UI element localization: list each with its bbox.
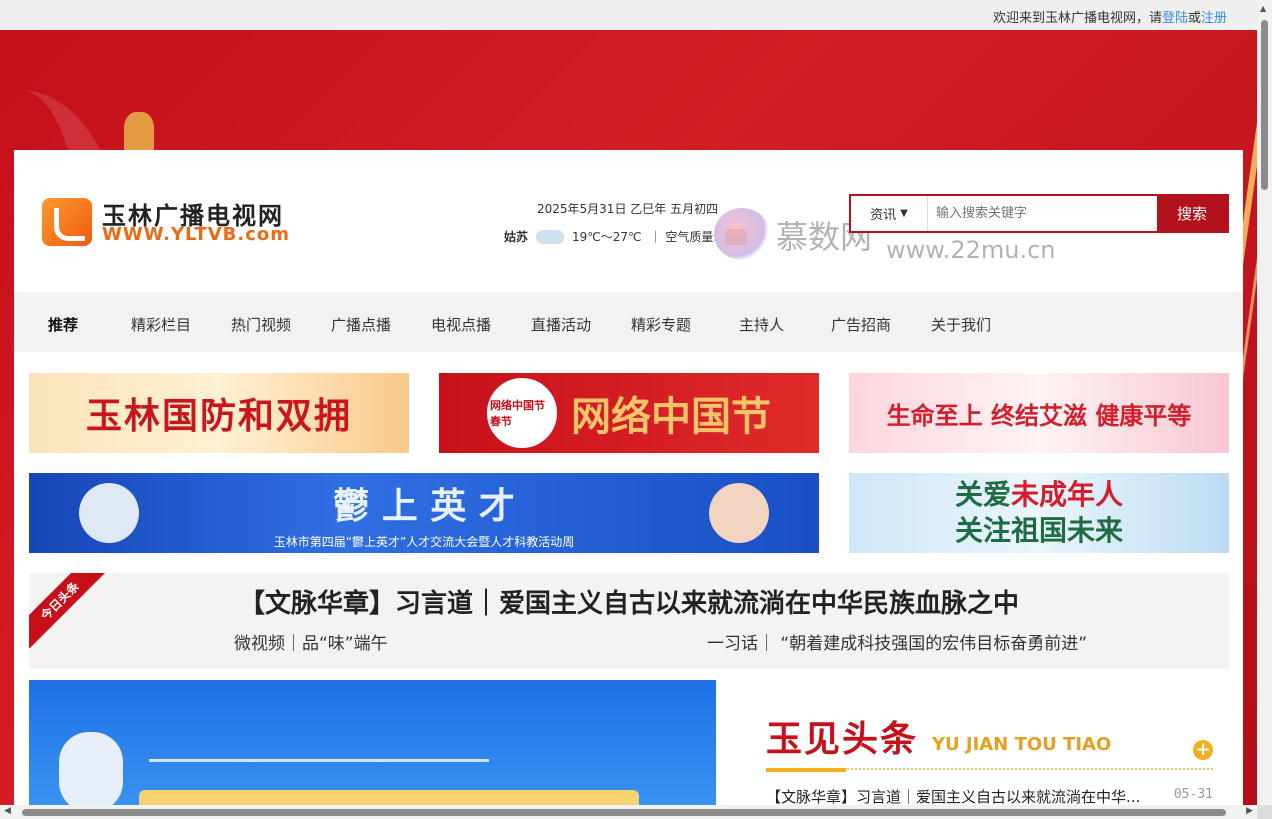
search-input[interactable] <box>928 196 1157 231</box>
weather-widget: 姑苏 19℃～27℃ ｜ 空气质量: <box>504 228 748 245</box>
banner-talent-title: 鬱 上 英 才 <box>333 485 515 527</box>
nav-item-hot-videos[interactable]: 热门视频 <box>231 314 291 335</box>
main-nav: 推荐 精彩栏目 热门视频 广播点播 电视点播 直播活动 精彩专题 主持人 广告招… <box>14 292 1243 352</box>
torch-decoration <box>124 112 154 152</box>
nav-item-programs[interactable]: 精彩栏目 <box>131 314 191 335</box>
nav-item-about[interactable]: 关于我们 <box>931 314 991 335</box>
yujian-headlines: 玉见头条 YU JIAN TOU TIAO + 【文脉华章】习言道｜爱国主义自古… <box>766 710 1213 808</box>
welcome-or: 或 <box>1187 11 1201 26</box>
banner-defense[interactable]: 玉林国防和双拥 <box>29 373 409 453</box>
person-illustration <box>709 483 769 543</box>
banner-aids[interactable]: 生命至上 终结艾滋 健康平等 <box>849 373 1229 453</box>
search-bar: 资讯 ▼ 搜索 <box>849 194 1229 233</box>
featured-card <box>139 790 639 805</box>
nav-item-recommend[interactable]: 推荐 <box>48 314 78 335</box>
headline-box: 今日头条 【文脉华章】习言道｜爱国主义自古以来就流淌在中华民族血脉之中 微视频｜… <box>29 573 1229 669</box>
search-category-value: 资讯 <box>870 208 897 223</box>
login-link[interactable]: 登陆 <box>1162 11 1188 26</box>
horizontal-scrollbar[interactable]: ◀ ▶ <box>0 805 1257 819</box>
search-button[interactable]: 搜索 <box>1157 196 1227 231</box>
more-plus-icon[interactable]: + <box>1193 740 1213 760</box>
search-category-select[interactable]: 资讯 ▼ <box>851 196 928 231</box>
weather-temp: 19℃～27℃ <box>572 230 642 244</box>
welcome-prefix: 欢迎来到玉林广播电视网，请 <box>992 11 1162 26</box>
section-title-cn: 玉见头条 <box>766 718 919 760</box>
featured-image[interactable] <box>29 680 716 805</box>
nav-item-tv[interactable]: 电视点播 <box>431 314 491 335</box>
section-title-en: YU JIAN TOU TIAO <box>932 734 1112 755</box>
vertical-scrollbar[interactable]: ▲ <box>1257 0 1272 805</box>
headline-sub-left[interactable]: 微视频｜品“味”端午 <box>234 629 388 654</box>
watermark-url: www.22mu.cn <box>886 236 1056 264</box>
site-logo[interactable]: 玉林广播电视网 WWW.YLTVB.com <box>42 196 302 248</box>
list-item-date: 05-31 <box>1173 787 1213 802</box>
top-bar: 欢迎来到玉林广播电视网，请登陆或注册 <box>0 0 1257 30</box>
section-accent-bar <box>766 768 846 772</box>
scroll-left-icon[interactable]: ◀ <box>4 806 11 816</box>
logo-icon <box>42 198 92 246</box>
banner-talent-sub: 玉林市第四届“鬱上英才”人才交流大会暨人才科教活动周 <box>273 534 575 549</box>
headline-sub-right[interactable]: 一习话｜ “朝着建成科技强国的宏伟目标奋勇前进” <box>707 629 1087 654</box>
banner-youth-line1a: 关爱 <box>954 478 1011 511</box>
banner-talent[interactable]: 鬱 上 英 才 玉林市第四届“鬱上英才”人才交流大会暨人才科教活动周 <box>29 473 819 553</box>
nav-item-ads[interactable]: 广告招商 <box>831 314 891 335</box>
banner-youth-line1: 关爱未成年人 <box>955 477 1123 513</box>
festival-seal: 网络中国节 春节 <box>487 378 557 448</box>
banner-festival[interactable]: 网络中国节 春节 网络中国节 <box>439 373 819 453</box>
banner-youth-line1b: 未成年人 <box>1011 478 1124 511</box>
nav-item-specials[interactable]: 精彩专题 <box>631 314 691 335</box>
banner-defense-text: 玉林国防和双拥 <box>85 396 352 437</box>
vertical-scroll-thumb[interactable] <box>1261 20 1268 190</box>
scrollbar-corner <box>1257 805 1272 819</box>
date-display: 2025年5月31日 乙巳年 五月初四 <box>537 202 719 216</box>
scroll-up-icon[interactable]: ▲ <box>1260 4 1266 13</box>
nav-item-radio[interactable]: 广播点播 <box>331 314 391 335</box>
headline-title[interactable]: 【文脉华章】习言道｜爱国主义自古以来就流淌在中华民族血脉之中 <box>29 583 1229 620</box>
section-header: 玉见头条 YU JIAN TOU TIAO + <box>766 710 1213 772</box>
air-quality-label: ｜ 空气质量: <box>649 230 718 244</box>
list-item-title: 【文脉华章】习言道｜爱国主义自古以来就流淌在中华... <box>766 788 1141 806</box>
cloud-icon <box>536 229 565 244</box>
nav-item-hosts[interactable]: 主持人 <box>739 314 784 335</box>
banner-aids-text: 生命至上 终结艾滋 健康平等 <box>886 401 1192 430</box>
robot-illustration <box>79 483 139 543</box>
watermark-logo-icon <box>714 208 770 260</box>
banner-youth[interactable]: 关爱未成年人 关注祖国未来 <box>849 473 1229 553</box>
register-link[interactable]: 注册 <box>1201 11 1227 26</box>
welcome-text: 欢迎来到玉林广播电视网，请登陆或注册 <box>993 7 1227 26</box>
logo-name-en: WWW.YLTVB.com <box>102 224 291 245</box>
horizontal-scroll-thumb[interactable] <box>22 809 1226 816</box>
banner-youth-line2: 关注祖国未来 <box>954 514 1123 547</box>
city-skyline-illustration <box>149 722 489 762</box>
scroll-right-icon[interactable]: ▶ <box>1246 806 1253 816</box>
robot-illustration <box>59 732 123 805</box>
nav-item-live[interactable]: 直播活动 <box>531 314 591 335</box>
page-container: 玉林广播电视网 WWW.YLTVB.com 2025年5月31日 乙巳年 五月初… <box>14 150 1243 808</box>
banner-festival-text: 网络中国节 <box>571 394 771 440</box>
chevron-down-icon: ▼ <box>900 208 908 219</box>
weather-city: 姑苏 <box>504 230 529 244</box>
